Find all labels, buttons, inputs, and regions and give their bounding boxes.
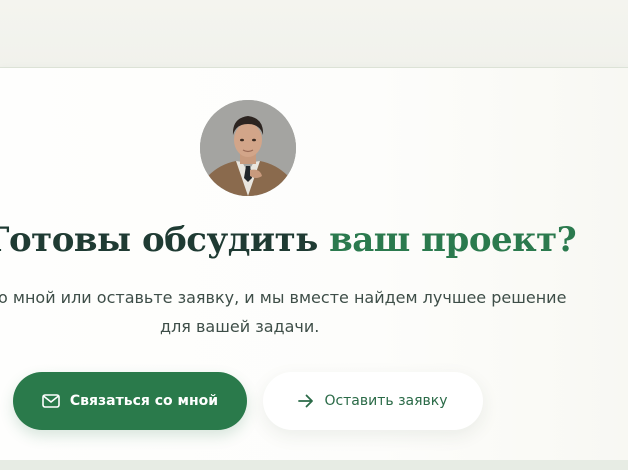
avatar <box>200 100 296 196</box>
portrait-photo <box>200 100 296 196</box>
next-section-band <box>0 460 628 470</box>
description-line-2: для вашей задачи. <box>160 317 320 336</box>
contact-me-button[interactable]: Связаться со мной <box>13 372 247 430</box>
title-start-text: Готовы обсудить <box>0 220 330 260</box>
previous-section-band <box>0 0 628 68</box>
submit-request-button[interactable]: Оставить заявку <box>263 372 483 430</box>
mail-icon <box>42 394 60 408</box>
arrow-right-icon <box>298 394 314 408</box>
submit-request-label: Оставить заявку <box>324 393 448 409</box>
title-accent-text: ваш проект? <box>329 220 577 260</box>
contact-me-label: Связаться со мной <box>69 393 219 409</box>
description-line-1: о мной или оставьте заявку, и мы вместе … <box>0 288 567 307</box>
